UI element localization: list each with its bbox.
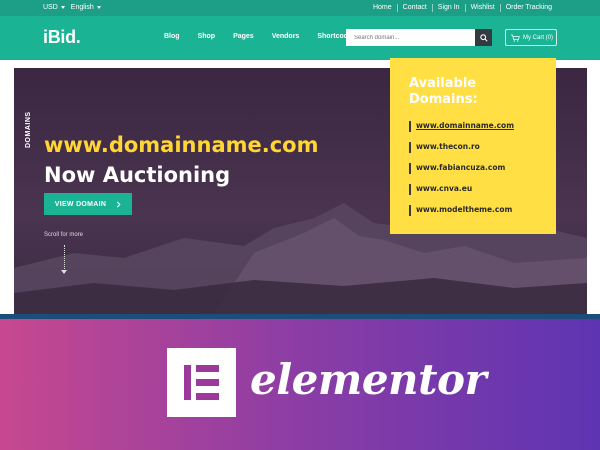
scroll-line [64,245,65,273]
hero-title-domain: www.domainname.com [44,133,319,157]
link-order-tracking[interactable]: Order Tracking [499,4,557,12]
top-bar-left: USD English [43,4,101,11]
scroll-hint[interactable]: Scroll for more [44,232,83,238]
nav-item-pages[interactable]: Pages [233,33,254,40]
domain-item[interactable]: www.cnva.eu [409,184,514,205]
currency-label: USD [43,4,58,11]
search-form [346,29,492,46]
domain-item[interactable]: www.fabiancuza.com [409,163,514,184]
link-sign-in[interactable]: Sign In [431,4,465,12]
banner-divider [0,314,600,319]
search-icon [479,33,488,42]
elementor-logo-icon [167,348,236,417]
view-domain-label: VIEW DOMAIN [54,200,107,208]
currency-select[interactable]: USD [43,4,65,11]
side-label: DOMAINS [25,111,32,148]
domains-card-title: Available Domains: [409,76,478,107]
domain-item[interactable]: www.domainname.com [409,121,514,142]
cart-button[interactable]: My Cart (0) [505,29,557,46]
link-home[interactable]: Home [368,4,397,12]
chevron-right-icon [117,201,121,207]
language-select[interactable]: English [71,4,101,11]
search-button[interactable] [475,29,492,46]
top-bar-links: Home Contact Sign In Wishlist Order Trac… [368,4,557,12]
domain-item[interactable]: www.modeltheme.com [409,205,514,226]
link-contact[interactable]: Contact [396,4,432,12]
domains-list: www.domainname.com www.thecon.ro www.fab… [409,121,514,226]
view-domain-button[interactable]: VIEW DOMAIN [44,193,132,215]
main-nav: Blog Shop Pages Vendors Shortcodes [164,33,356,40]
elementor-wordmark: elementor [250,355,487,404]
cart-icon [511,34,520,42]
site-logo[interactable]: iBid. [43,27,81,48]
chevron-down-icon [60,6,65,9]
nav-item-blog[interactable]: Blog [164,33,180,40]
available-domains-card: Available Domains: www.domainname.com ww… [390,58,556,234]
main-header: iBid. Blog Shop Pages Vendors Shortcodes… [0,16,600,60]
cart-label: My Cart (0) [523,34,553,41]
link-wishlist[interactable]: Wishlist [464,4,500,12]
nav-item-shop[interactable]: Shop [198,33,216,40]
top-bar: USD English Home Contact Sign In Wishlis… [0,0,600,16]
arrow-down-icon [61,270,67,274]
nav-item-vendors[interactable]: Vendors [272,33,300,40]
chevron-down-icon [96,6,101,9]
hero-title: www.domainname.com Now Auctioning [44,130,318,190]
domain-item[interactable]: www.thecon.ro [409,142,514,163]
hero-title-subtitle: Now Auctioning [44,163,231,187]
search-input[interactable] [346,29,475,46]
language-label: English [70,4,94,11]
